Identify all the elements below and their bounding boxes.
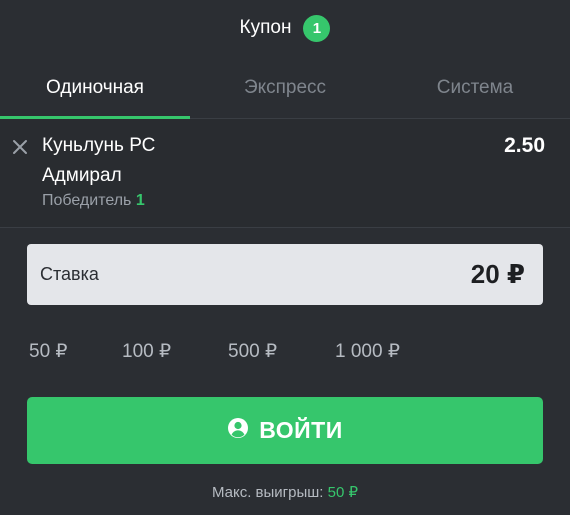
coupon-count-badge: 1	[303, 14, 331, 42]
outcome-label: Победитель	[42, 192, 132, 209]
tab-express[interactable]: Экспресс	[190, 58, 380, 118]
quick-amount-500[interactable]: 500 ₽	[228, 340, 277, 363]
bet-outcome: Победитель 1	[42, 192, 145, 210]
stake-label: Ставка	[40, 264, 99, 284]
bet-item: Куньлунь РС Адмирал Победитель 1 2.50	[0, 119, 570, 228]
quick-amount-100[interactable]: 100 ₽	[122, 340, 171, 363]
bet-type-tabs: Одиночная Экспресс Система	[0, 58, 570, 119]
stake-value: 20 ₽	[470, 259, 525, 289]
coupon-title: Купон	[239, 17, 292, 38]
user-circle-icon	[227, 417, 249, 444]
login-label: ВОЙТИ	[259, 417, 343, 443]
tab-single[interactable]: Одиночная	[0, 58, 190, 119]
event-teams: Куньлунь РС Адмирал	[42, 131, 282, 191]
max-win-label: Макс. выигрыш:	[211, 484, 324, 501]
coupon-header: Купон 1	[0, 0, 570, 56]
outcome-value: 1	[135, 192, 145, 209]
stake-input[interactable]: Ставка 20 ₽	[27, 244, 543, 305]
bet-odds: 2.50	[504, 134, 545, 157]
max-win: Макс. выигрыш: 50 ₽	[0, 483, 570, 501]
max-win-value: 50 ₽	[327, 484, 359, 501]
login-button[interactable]: ВОЙТИ	[27, 397, 543, 464]
team-home: Куньлунь РС	[42, 135, 156, 156]
quick-amount-50[interactable]: 50 ₽	[29, 340, 68, 363]
tab-system[interactable]: Система	[380, 58, 570, 118]
team-away: Адмирал	[42, 165, 122, 186]
close-icon[interactable]	[10, 137, 30, 157]
quick-amount-1000[interactable]: 1 000 ₽	[335, 340, 400, 363]
